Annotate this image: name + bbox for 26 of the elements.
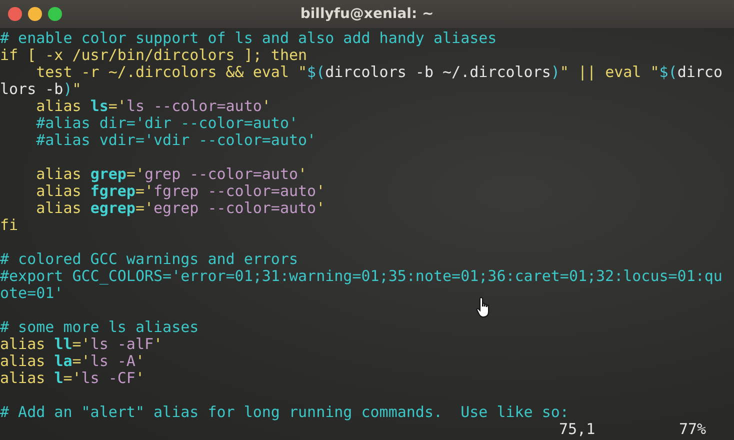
code-line: alias ll='ls -alF': [0, 336, 164, 353]
code-line: alias grep='grep --color=auto': [35, 166, 308, 183]
scroll-percent: 77%: [679, 421, 706, 438]
maximize-button[interactable]: [48, 7, 62, 21]
close-button[interactable]: [8, 7, 22, 21]
window-title: billyfu@xenial: ~: [300, 6, 434, 22]
cursor-position: 75,1: [559, 421, 596, 438]
code-line: #alias vdir='vdir --color=auto': [35, 132, 318, 149]
code-line: test -r ~/.dircolors && eval "$(dircolors -b ~/.dircolors)" || eval "$(dirco: [35, 64, 724, 81]
code-line: #export GCC_COLORS='error=01;31:warning=01;35:note=01;36:caret=01;32:locus=01:qu: [0, 268, 724, 285]
code-line: alias ls='ls --color=auto': [35, 98, 272, 115]
code-line: alias la='ls -A': [0, 353, 146, 370]
code-line: ote=01': [0, 285, 64, 302]
code-line: alias l='ls -CF': [0, 370, 146, 387]
code-line: alias fgrep='fgrep --color=auto': [35, 183, 326, 200]
code-line: if [ -x /usr/bin/dircolors ]; then: [0, 47, 308, 64]
minimize-button[interactable]: [28, 7, 42, 21]
hand-pointer-icon: [476, 296, 492, 318]
code-line: # colored GCC warnings and errors: [0, 251, 300, 268]
code-line: # Add an "alert" alias for long running commands. Use like so:: [0, 404, 570, 421]
code-line: alias egrep='egrep --color=auto': [35, 200, 326, 217]
code-line: #alias dir='dir --color=auto': [35, 115, 300, 132]
code-line: fi: [0, 217, 20, 234]
code-line: lors -b)": [0, 81, 82, 98]
code-line: # enable color support of ls and also add handy aliases: [0, 30, 498, 47]
code-line: # some more ls aliases: [0, 319, 200, 336]
